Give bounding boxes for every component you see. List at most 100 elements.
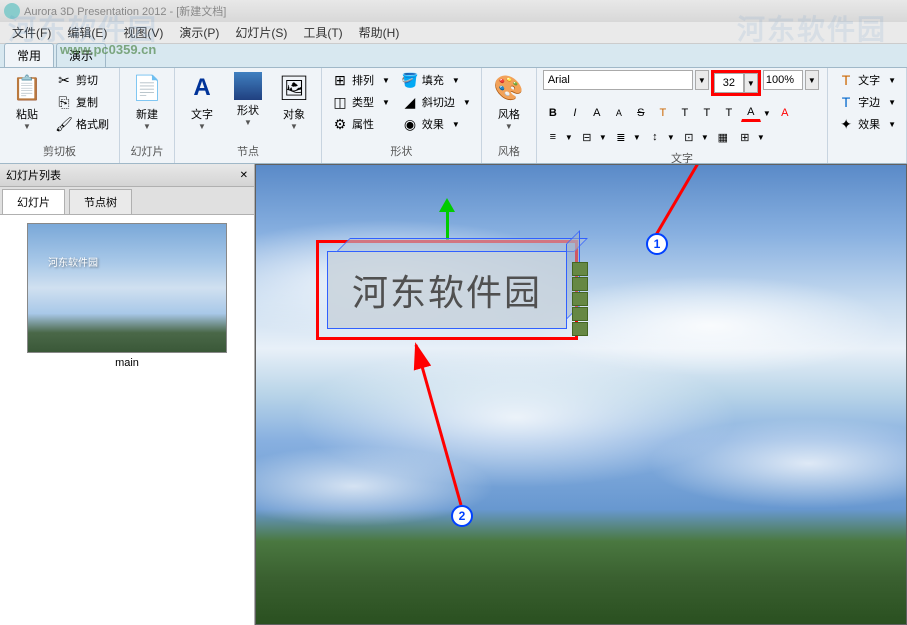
group-label: 风格 [488,141,530,161]
group-label: 形状 [328,141,475,161]
brush-icon: 🖌 [56,116,72,132]
copy-button[interactable]: ⎘复制 [52,92,113,112]
strikethrough-button[interactable]: S [631,104,651,122]
bucket-icon: 🪣 [402,72,418,88]
thumb-preview-text: 河东软件园 [48,254,98,269]
menu-present[interactable]: 演示(P) [171,24,227,41]
type-button[interactable]: ◫类型▼ [328,92,394,112]
font-color-button[interactable]: A [741,104,761,122]
style-button[interactable]: 🎨 风格 ▼ [488,70,530,133]
panel-tab-slides[interactable]: 幻灯片 [2,189,65,214]
type-icon: ◫ [332,94,348,110]
text-edge-icon: T [838,94,854,110]
font-size-dropdown[interactable]: ▼ [744,73,758,93]
object-button[interactable]: 🖼 对象 ▼ [273,70,315,133]
annotation-highlight-box: 河东软件园 [316,240,578,340]
bevel-icon: ◢ [402,94,418,110]
list-button[interactable]: ⊡ [679,128,699,146]
panel-tabs: 幻灯片 节点树 [0,187,254,215]
font-color2-button[interactable]: A [775,104,795,122]
app-icon [4,3,20,19]
menu-help[interactable]: 帮助(H) [351,24,408,41]
text-3d-object[interactable]: 河东软件园 [316,240,578,340]
menu-file[interactable]: 文件(F) [4,24,59,41]
cut-button[interactable]: ✂剪切 [52,70,113,90]
panel-close-button[interactable]: ✕ [240,170,248,181]
menu-edit[interactable]: 编辑(E) [59,24,115,41]
columns-dropdown[interactable]: ▼ [757,128,767,146]
scene-3d: 河东软件园 1 [256,165,906,624]
align-dropdown[interactable]: ▼ [565,128,575,146]
group-font: ▼ ▼ ▼ B I A A S T T T T A ▼ A [537,68,828,163]
valign-button[interactable]: ⊟ [577,128,597,146]
align-left-button[interactable]: ≡ [543,128,563,146]
handle-icon[interactable] [572,277,588,291]
text-style1-button[interactable]: T [675,104,695,122]
menu-view[interactable]: 视图(V) [115,24,171,41]
effect-button[interactable]: ◉效果▼ [398,114,475,134]
menu-slide[interactable]: 幻灯片(S) [227,24,295,41]
bold-button[interactable]: B [543,104,563,122]
handle-icon[interactable] [572,292,588,306]
indent-button[interactable]: ≣ [611,128,631,146]
list-dropdown[interactable]: ▼ [701,128,711,146]
attribute-button[interactable]: ⚙属性 [328,114,394,134]
paste-button[interactable]: 📋 粘贴 ▼ [6,70,48,133]
font-name-input[interactable] [543,70,693,90]
text-effect-button[interactable]: ✦效果▼ [834,114,900,134]
columns-button[interactable]: ⊞ [735,128,755,146]
text-style2-button[interactable]: T [697,104,717,122]
text-face: 河东软件园 [328,252,566,328]
panel-tab-nodes[interactable]: 节点树 [69,189,132,214]
group-node: A 文字 ▼ 形状 ▼ 🖼 对象 ▼ 节点 [175,68,322,163]
menu-bar: 文件(F) 编辑(E) 视图(V) 演示(P) 幻灯片(S) 工具(T) 帮助(… [0,22,907,44]
gizmo-y-axis[interactable] [439,198,455,240]
handle-icon[interactable] [572,262,588,276]
zoom-input[interactable] [763,70,803,90]
selection-box: 河东软件园 [327,251,567,329]
object-handles[interactable] [572,262,588,336]
menu-tools[interactable]: 工具(T) [295,24,350,41]
font-size-input[interactable] [714,73,744,93]
text-edge-button[interactable]: T字边▼ [834,92,900,112]
format-painter-button[interactable]: 🖌格式刷 [52,114,113,134]
canvas[interactable]: 河东软件园 1 [255,164,907,625]
font-color-dropdown[interactable]: ▼ [763,104,773,122]
text-button[interactable]: A 文字 ▼ [181,70,223,133]
thumbnail-list: 河东软件园 main [0,215,254,625]
italic-button[interactable]: I [565,104,585,122]
font-shrink-button[interactable]: A [609,104,629,122]
bevel-button[interactable]: ◢斜切边▼ [398,92,475,112]
handle-icon[interactable] [572,322,588,336]
spacing-dropdown[interactable]: ▼ [667,128,677,146]
group-label: 剪切板 [6,141,113,161]
slide-thumbnail[interactable]: 河东软件园 [27,223,227,353]
group-shape: ⊞排列▼ ◫类型▼ ⚙属性 🪣填充▼ ◢斜切边▼ ◉效果▼ 形状 [322,68,482,163]
depth-face-top [336,238,588,252]
new-slide-button[interactable]: 📄 新建 ▼ [126,70,168,133]
fill-button[interactable]: 🪣填充▼ [398,70,475,90]
shape-button[interactable]: 形状 ▼ [227,70,269,129]
indent-dropdown[interactable]: ▼ [633,128,643,146]
font-name-dropdown[interactable]: ▼ [695,70,709,90]
tab-present[interactable]: 演示 [56,43,106,67]
object-icon: 🖼 [278,72,310,104]
zoom-dropdown[interactable]: ▼ [805,70,819,90]
gear-icon: ⚙ [332,116,348,132]
group-text-effects: T文字▼ T字边▼ ✦效果▼ [828,68,907,163]
spacing-button[interactable]: ↕ [645,128,665,146]
dropdown-arrow-icon: ▼ [290,122,298,131]
valign-dropdown[interactable]: ▼ [599,128,609,146]
slides-panel: 幻灯片列表 ✕ 幻灯片 节点树 河东软件园 main [0,164,255,625]
dropdown-arrow-icon: ▼ [244,118,252,127]
handle-icon[interactable] [572,307,588,321]
arrange-button[interactable]: ⊞排列▼ [328,70,394,90]
text-effect-button[interactable]: T [653,104,673,122]
font-grow-button[interactable]: A [587,104,607,122]
tab-common[interactable]: 常用 [4,43,54,67]
text-style3-button[interactable]: T [719,104,739,122]
group-slide: 📄 新建 ▼ 幻灯片 [120,68,175,163]
border-button[interactable]: ▦ [713,128,733,146]
shape-icon [234,72,262,100]
text-fill-button[interactable]: T文字▼ [834,70,900,90]
